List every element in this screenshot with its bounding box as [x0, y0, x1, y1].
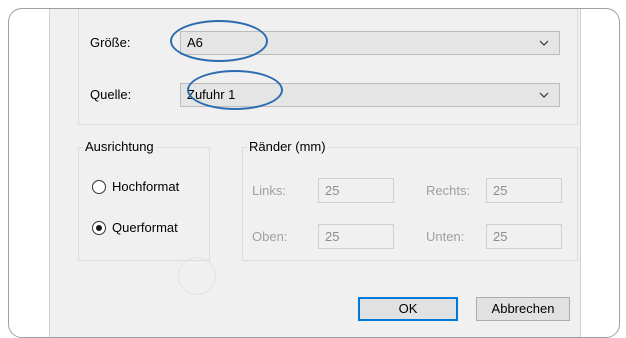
size-dropdown[interactable]: A6	[180, 31, 560, 55]
portrait-radio-circle[interactable]	[92, 180, 106, 194]
left-margin-field[interactable]: 25	[318, 178, 394, 203]
source-dropdown[interactable]: Zufuhr 1	[180, 83, 560, 107]
paper-group	[78, 9, 578, 125]
right-margin-label: Rechts:	[426, 183, 471, 198]
radio-selected-dot	[96, 225, 102, 231]
portrait-radio[interactable]: Hochformat	[92, 179, 202, 197]
source-label: Quelle:	[90, 87, 132, 102]
portrait-label: Hochformat	[112, 179, 180, 194]
left-margin-label: Links:	[252, 183, 286, 198]
orientation-title: Ausrichtung	[83, 139, 156, 154]
top-margin-label: Oben:	[252, 229, 288, 244]
bottom-margin-field[interactable]: 25	[486, 224, 562, 249]
landscape-label: Querformat	[112, 220, 178, 235]
screenshot-frame: Größe: A6 Quelle: Zufuhr 1 Ausrichtung H…	[8, 8, 620, 338]
size-value: A6	[187, 35, 203, 50]
orientation-group: Ausrichtung	[78, 140, 210, 261]
chevron-down-icon	[539, 40, 549, 46]
landscape-radio-circle[interactable]	[92, 221, 106, 235]
size-label: Größe:	[90, 35, 131, 50]
ok-button[interactable]: OK	[358, 297, 458, 321]
landscape-radio[interactable]: Querformat	[92, 220, 202, 238]
click-indicator	[178, 257, 216, 295]
source-value: Zufuhr 1	[187, 87, 236, 102]
chevron-down-icon	[539, 92, 549, 98]
margins-title: Ränder (mm)	[247, 139, 328, 154]
top-margin-field[interactable]: 25	[318, 224, 394, 249]
page-setup-dialog: Größe: A6 Quelle: Zufuhr 1 Ausrichtung H…	[49, 9, 581, 337]
cancel-button[interactable]: Abbrechen	[476, 297, 570, 321]
right-margin-field[interactable]: 25	[486, 178, 562, 203]
bottom-margin-label: Unten:	[426, 229, 465, 244]
